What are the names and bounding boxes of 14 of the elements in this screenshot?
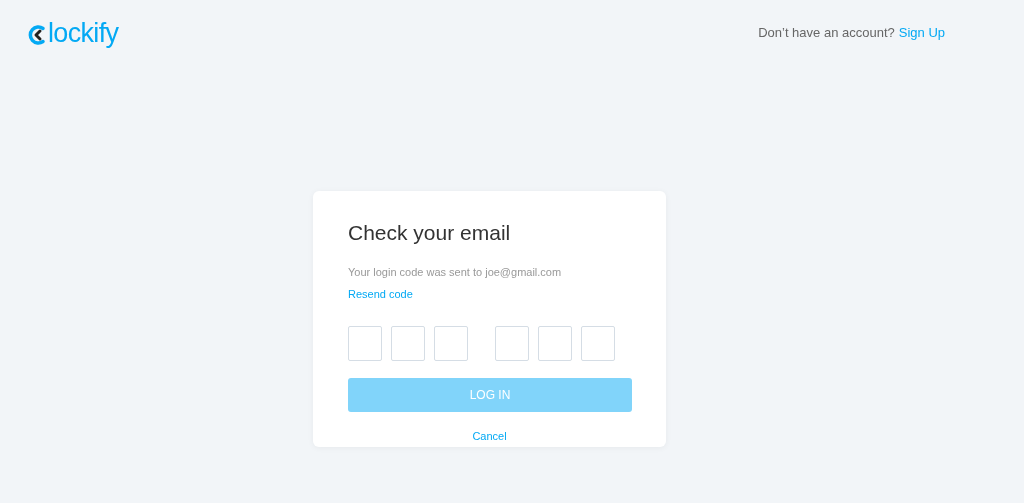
cancel-link[interactable]: Cancel <box>472 428 507 445</box>
code-digit-field[interactable] <box>581 326 615 361</box>
code-digit-field[interactable] <box>495 326 529 361</box>
logo-mark-icon <box>28 23 48 46</box>
sign-up-link[interactable]: Sign Up <box>898 22 945 43</box>
code-digit-field[interactable] <box>538 326 572 361</box>
signup-prompt: Don’t have an account? <box>758 23 895 42</box>
login-message: Your login code was sent to joe@gmail.com <box>348 265 563 280</box>
code-digit-field[interactable] <box>391 326 425 361</box>
logo-text: lockify <box>48 20 119 49</box>
code-digit-field[interactable] <box>434 326 468 361</box>
code-digit-field[interactable] <box>348 326 382 361</box>
resend-code-link[interactable]: Resend code <box>348 285 413 302</box>
card-title: Check your email <box>348 220 512 246</box>
